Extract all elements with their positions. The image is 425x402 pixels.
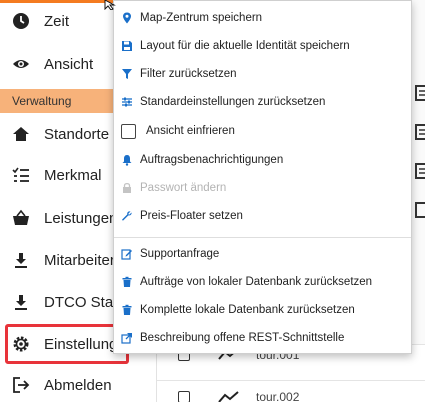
menu-item-reset-local-orders[interactable]: Aufträge von lokaler Datenbank zurückset… (114, 268, 411, 296)
filter-icon (121, 68, 133, 80)
lock-icon (121, 182, 133, 194)
document-icon[interactable] (415, 163, 425, 179)
menu-item-rest-description[interactable]: Beschreibung offene REST-Schnittstelle (114, 324, 411, 352)
sidebar-item-label: Leistungen (44, 209, 118, 227)
trash-icon (121, 276, 133, 288)
menu-item-label: Supportanfrage (140, 248, 220, 260)
bell-icon (121, 154, 133, 166)
tour-name: tour.002 (256, 390, 300, 402)
menu-item-freeze-view[interactable]: Ansicht einfrieren (114, 117, 411, 145)
document-icon[interactable] (415, 124, 425, 140)
menu-item-price-floater[interactable]: Preis-Floater setzen (114, 202, 411, 230)
menu-item-save-layout[interactable]: Layout für die aktuelle Identität speich… (114, 32, 411, 60)
menu-item-order-notifications[interactable]: Auftragsbenachrichtigungen (114, 146, 411, 174)
basket-icon (12, 209, 30, 227)
map-pin-icon (121, 12, 133, 24)
sidebar-item-label: Ansicht (44, 55, 94, 73)
sidebar-item-label: Merkmal (44, 166, 102, 184)
sidebar-item-label: Standorte (44, 125, 110, 143)
sidebar-item-label: DTCO Stat (44, 293, 118, 311)
menu-item-support-request[interactable]: Supportanfrage (114, 240, 411, 268)
freeze-view-checkbox[interactable] (121, 123, 136, 139)
menu-item-change-password: Passwort ändern (114, 174, 411, 202)
menu-item-label: Komplette lokale Datenbank zurücksetzen (140, 304, 355, 316)
list-icon (12, 166, 30, 184)
highlight-box (5, 324, 129, 364)
external-link-icon (121, 332, 133, 344)
menu-item-label: Filter zurücksetzen (140, 68, 237, 80)
menu-item-label: Map-Zentrum speichern (140, 12, 263, 24)
menu-item-label: Aufträge von lokaler Datenbank zurückset… (140, 276, 373, 288)
menu-item-label: Beschreibung offene REST-Schnittstelle (140, 332, 345, 344)
menu-item-label: Ansicht einfrieren (146, 125, 235, 137)
sidebar-item-label: Zeit (44, 12, 70, 30)
menu-item-label: Passwort ändern (140, 182, 227, 194)
wrench-icon (121, 210, 133, 222)
menu-item-label: Auftragsbenachrichtigungen (140, 154, 284, 166)
edit-icon (121, 248, 133, 260)
sidebar-item-abmelden[interactable]: Abmelden (0, 365, 157, 402)
menu-item-label: Standardeinstellungen zurücksetzen (140, 96, 326, 108)
sidebar-item-label: Abmelden (44, 376, 112, 394)
menu-item-reset-local-db[interactable]: Komplette lokale Datenbank zurücksetzen (114, 296, 411, 324)
save-icon (121, 40, 133, 52)
menu-item-label: Preis-Floater setzen (140, 210, 243, 222)
trash-icon (121, 304, 133, 316)
menu-item-reset-filter[interactable]: Filter zurücksetzen (114, 60, 411, 88)
sliders-icon (121, 96, 133, 108)
download-icon (12, 251, 30, 269)
download-icon (12, 293, 30, 311)
home-icon (12, 125, 30, 143)
sidebar-item-label: Mitarbeiter (44, 251, 115, 269)
logout-icon (12, 376, 30, 394)
document-icon[interactable] (415, 202, 425, 218)
trend-icon (218, 391, 239, 402)
settings-menu: Map-Zentrum speichern Layout für die akt… (113, 0, 412, 354)
clock-icon (12, 12, 30, 30)
menu-item-reset-defaults[interactable]: Standardeinstellungen zurücksetzen (114, 88, 411, 116)
mouse-cursor-icon (104, 0, 116, 10)
menu-item-map-center[interactable]: Map-Zentrum speichern (114, 4, 411, 32)
table-row[interactable]: tour.002 (157, 380, 425, 402)
row-checkbox[interactable] (178, 391, 190, 402)
menu-separator (114, 237, 411, 238)
menu-item-label: Layout für die aktuelle Identität speich… (140, 40, 350, 52)
document-icon[interactable] (415, 85, 425, 101)
eye-icon (12, 55, 30, 73)
